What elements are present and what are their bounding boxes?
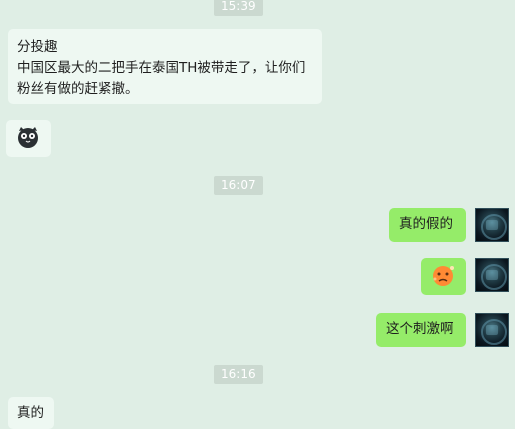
message-line: 中国区最大的二把手在泰国TH被带走了，让你们 — [17, 60, 306, 76]
outgoing-sticker-bubble[interactable] — [421, 258, 466, 295]
timestamp-chip: 16:16 — [214, 365, 263, 384]
timestamp-chip: 16:07 — [214, 176, 263, 195]
user-avatar[interactable] — [475, 208, 509, 242]
message-line: 真的假的 — [399, 216, 453, 232]
owl-face-icon — [18, 127, 38, 148]
incoming-sticker-bubble[interactable] — [6, 120, 51, 157]
user-avatar[interactable] — [475, 258, 509, 292]
orange-face-emoji-icon — [433, 266, 454, 286]
user-avatar[interactable] — [475, 313, 509, 347]
outgoing-message-bubble[interactable]: 这个刺激啊 — [376, 313, 466, 347]
message-line: 分投趣 — [17, 39, 58, 55]
message-line: 这个刺激啊 — [386, 321, 454, 337]
outgoing-message-bubble[interactable]: 真的假的 — [389, 208, 466, 242]
message-line: 真的 — [17, 405, 44, 421]
chat-panel: 15:39 分投趣 中国区最大的二把手在泰国TH被带走了，让你们 粉丝有做的赶紧… — [0, 0, 515, 429]
incoming-message-bubble[interactable]: 分投趣 中国区最大的二把手在泰国TH被带走了，让你们 粉丝有做的赶紧撤。 — [8, 29, 322, 104]
incoming-message-bubble[interactable]: 真的 — [8, 397, 54, 429]
timestamp-chip: 15:39 — [214, 0, 263, 16]
message-line: 粉丝有做的赶紧撤。 — [17, 81, 139, 97]
